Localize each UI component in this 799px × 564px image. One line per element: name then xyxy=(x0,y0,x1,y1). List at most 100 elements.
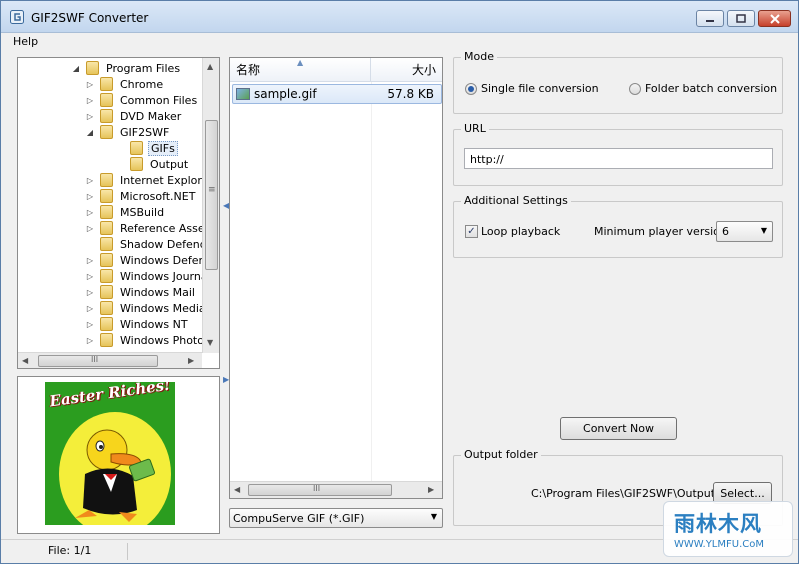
minimize-icon xyxy=(706,19,714,22)
tree-item[interactable]: ▷ Windows Photo V xyxy=(85,332,217,348)
folder-icon xyxy=(100,301,113,315)
tree-item[interactable]: ▷ Chrome xyxy=(85,76,165,92)
tree-item-label: Internet Explorer xyxy=(120,173,213,187)
tree-item-label: Program Files xyxy=(106,61,181,75)
tree-item[interactable]: ▷ Reference Assem xyxy=(85,220,217,236)
app-window: GIF2SWF Converter Help ◢ Program Files ▷ Ch… xyxy=(0,0,799,564)
scroll-up-icon[interactable]: ▲ xyxy=(207,62,213,71)
folder-batch-radio[interactable]: Folder batch conversion xyxy=(629,82,777,95)
tree-item[interactable]: ◢ GIF2SWF xyxy=(85,124,171,140)
folder-icon xyxy=(100,317,113,331)
collapsed-arrow-icon[interactable]: ▷ xyxy=(85,256,95,265)
mode-group: Mode Single file conversion Folder batch… xyxy=(453,50,783,114)
window-title: GIF2SWF Converter xyxy=(31,11,149,25)
convert-now-button[interactable]: Convert Now xyxy=(560,417,677,440)
scroll-left-icon[interactable]: ◀ xyxy=(234,485,240,494)
min-version-select[interactable]: 6 ▼ xyxy=(716,221,773,242)
tree-hscroll-thumb[interactable]: III xyxy=(38,355,158,367)
collapsed-arrow-icon[interactable]: ▷ xyxy=(85,192,95,201)
tree-item-label: GIF2SWF xyxy=(120,125,170,139)
file-type-value: CompuServe GIF (*.GIF) xyxy=(233,512,365,525)
file-list[interactable]: 名称 ▲ 大小 sample.gif 57.8 KB ◀ III ▶ xyxy=(229,57,443,499)
folder-icon xyxy=(100,333,113,347)
column-divider xyxy=(371,82,372,482)
file-horizontal-scrollbar[interactable]: ◀ III ▶ xyxy=(230,481,442,498)
grip-icon: III xyxy=(313,484,321,493)
chevron-down-icon: ▼ xyxy=(430,512,437,521)
folder-batch-label: Folder batch conversion xyxy=(645,82,778,95)
folder-icon xyxy=(100,125,113,139)
tree-item[interactable]: ▷ MSBuild xyxy=(85,204,166,220)
preview-image: Easter Riches! xyxy=(45,382,175,525)
watermark-main-text: 雨林木风 xyxy=(674,512,762,536)
tree-item-label: DVD Maker xyxy=(120,109,182,123)
file-hscroll-thumb[interactable]: III xyxy=(248,484,392,496)
tree-item[interactable]: Output xyxy=(115,156,190,172)
minimize-button[interactable] xyxy=(696,10,724,27)
maximize-button[interactable] xyxy=(727,10,755,27)
tree-horizontal-scrollbar[interactable]: ◀ III ▶ xyxy=(18,352,202,368)
close-button[interactable] xyxy=(758,10,791,27)
folder-icon xyxy=(100,205,113,219)
additional-settings-group: Additional Settings ✓ Loop playback Mini… xyxy=(453,194,783,258)
url-input[interactable]: http:// xyxy=(464,148,773,169)
folder-icon xyxy=(130,141,143,155)
min-version-label: Minimum player version: xyxy=(594,225,731,238)
mode-title: Mode xyxy=(461,50,497,63)
url-title: URL xyxy=(461,122,489,135)
folder-tree[interactable]: ◢ Program Files ▷ Chrome ▷ Common Files ▷ DVD M… xyxy=(17,57,220,369)
collapsed-arrow-icon[interactable]: ▷ xyxy=(85,336,95,345)
expanded-arrow-icon[interactable]: ◢ xyxy=(71,64,81,73)
collapsed-arrow-icon[interactable]: ▷ xyxy=(85,320,95,329)
collapsed-arrow-icon[interactable]: ▷ xyxy=(85,272,95,281)
expanded-arrow-icon[interactable]: ◢ xyxy=(85,128,95,137)
scroll-right-icon[interactable]: ▶ xyxy=(188,356,194,365)
tree-item[interactable]: ▷ Windows Mail xyxy=(85,284,197,300)
close-icon xyxy=(769,13,780,24)
single-file-radio[interactable]: Single file conversion xyxy=(465,82,599,95)
collapsed-arrow-icon[interactable]: ▷ xyxy=(85,288,95,297)
image-file-icon xyxy=(236,88,250,100)
tree-vscroll-thumb[interactable]: ≡ xyxy=(205,120,218,270)
menu-help[interactable]: Help xyxy=(13,35,38,48)
tree-vertical-scrollbar[interactable]: ▲ ≡ ▼ xyxy=(202,58,219,353)
file-type-filter[interactable]: CompuServe GIF (*.GIF) ▼ xyxy=(229,508,443,528)
tree-item[interactable]: ▷ Windows Media P xyxy=(85,300,218,316)
watermark-logo: 雨林木风 WWW.YLMFU.CoM xyxy=(663,501,793,557)
tree-item[interactable]: ▷ Windows Journal xyxy=(85,268,213,284)
collapsed-arrow-icon[interactable]: ▷ xyxy=(85,224,95,233)
loop-playback-checkbox[interactable]: ✓ Loop playback xyxy=(465,225,560,238)
tree-item[interactable]: ▷ Internet Explorer xyxy=(85,172,215,188)
folder-icon xyxy=(100,189,113,203)
file-row[interactable]: sample.gif 57.8 KB xyxy=(232,84,442,104)
folder-icon xyxy=(100,173,113,187)
scroll-left-icon[interactable]: ◀ xyxy=(22,356,28,365)
tree-item[interactable]: GIFs xyxy=(115,140,178,156)
collapsed-arrow-icon[interactable]: ▷ xyxy=(85,80,95,89)
tree-item[interactable]: ◢ Program Files xyxy=(71,60,182,76)
tree-item-label: Common Files xyxy=(120,93,198,107)
column-header-size[interactable]: 大小 xyxy=(371,58,442,82)
tree-item[interactable]: ▷ Common Files xyxy=(85,92,199,108)
collapsed-arrow-icon[interactable]: ▷ xyxy=(85,208,95,217)
tree-item[interactable]: ▷ Windows Defende xyxy=(85,252,221,268)
min-version-value: 6 xyxy=(722,225,729,238)
scroll-down-icon[interactable]: ▼ xyxy=(207,338,213,347)
scroll-right-icon[interactable]: ▶ xyxy=(428,485,434,494)
tree-item[interactable]: ▷ DVD Maker xyxy=(85,108,183,124)
folder-icon xyxy=(86,61,99,75)
collapsed-arrow-icon[interactable]: ▷ xyxy=(85,304,95,313)
sort-ascending-icon: ▲ xyxy=(297,58,304,67)
tree-item[interactable]: ▷ Microsoft.NET xyxy=(85,188,197,204)
collapsed-arrow-icon[interactable]: ▷ xyxy=(85,176,95,185)
collapsed-arrow-icon[interactable]: ▷ xyxy=(85,112,95,121)
collapsed-arrow-icon[interactable]: ▷ xyxy=(85,96,95,105)
chevron-down-icon: ▼ xyxy=(760,226,767,235)
grip-icon: ≡ xyxy=(208,185,216,195)
checkmark-icon: ✓ xyxy=(465,225,478,238)
preview-panel: Easter Riches! xyxy=(17,376,220,534)
tree-item[interactable]: ▷ Windows NT xyxy=(85,316,190,332)
tree-item[interactable]: Shadow Defende xyxy=(85,236,216,252)
title-bar[interactable]: GIF2SWF Converter xyxy=(1,1,798,33)
output-title: Output folder xyxy=(461,448,541,461)
